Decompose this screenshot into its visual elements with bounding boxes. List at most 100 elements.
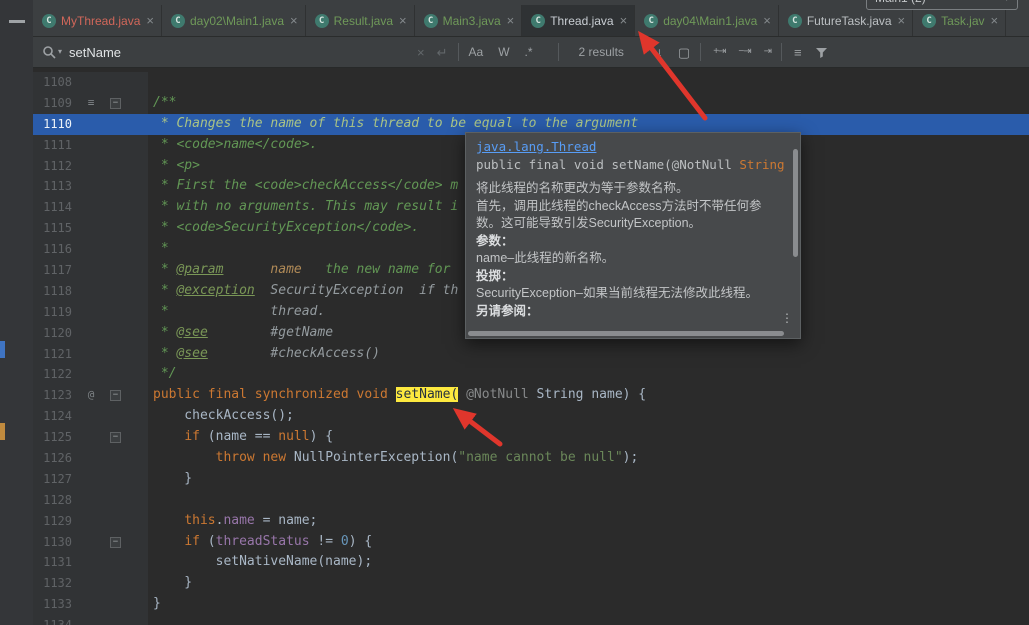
line-number[interactable]: 1129 xyxy=(33,510,79,532)
tab-close-icon[interactable]: × xyxy=(399,14,407,27)
tab-close-icon[interactable]: × xyxy=(763,14,771,27)
tab-day04-main1-java[interactable]: Cday04\Main1.java × xyxy=(635,5,779,36)
tab-close-icon[interactable]: × xyxy=(290,14,298,27)
line-number[interactable]: 1114 xyxy=(33,197,79,219)
line-number[interactable]: 1112 xyxy=(33,155,79,177)
line-number[interactable]: 1110 xyxy=(33,113,79,135)
line-number[interactable]: 1134 xyxy=(33,615,79,625)
sort-icon[interactable]: ≡ xyxy=(794,46,802,59)
line-number[interactable]: 1113 xyxy=(33,176,79,198)
code-line-1130[interactable]: 1130 − if (threadStatus != 0) { xyxy=(0,531,1029,553)
tool-window-strip[interactable] xyxy=(0,0,33,625)
gutter-at-icon[interactable]: @ xyxy=(79,385,103,407)
fold-marker[interactable]: − xyxy=(103,385,148,407)
search-icon[interactable] xyxy=(42,45,56,59)
quick-doc-popup[interactable]: java.lang.Thread public final void setNa… xyxy=(465,132,801,339)
code-line-1124[interactable]: 1124 checkAccess(); xyxy=(0,406,1029,428)
code-text[interactable]: setNativeName(name); xyxy=(148,552,1029,573)
code-line-1128[interactable]: 1128 xyxy=(0,489,1029,511)
code-line-1127[interactable]: 1127 } xyxy=(0,468,1029,490)
code-text[interactable]: if (name == null) { xyxy=(148,427,1029,448)
line-number[interactable]: 1118 xyxy=(33,280,79,302)
code-text[interactable]: this.name = name; xyxy=(148,511,1029,532)
code-text[interactable]: checkAccess(); xyxy=(148,406,1029,427)
fold-minus-icon[interactable]: − xyxy=(110,390,121,402)
tab-close-icon[interactable]: × xyxy=(898,14,906,27)
fold-marker[interactable]: − xyxy=(103,427,148,449)
popup-vertical-scrollbar[interactable] xyxy=(793,149,798,257)
search-input[interactable] xyxy=(69,44,418,60)
code-text[interactable]: } xyxy=(148,594,1029,615)
filter-icon[interactable] xyxy=(815,46,828,59)
line-number[interactable]: 1122 xyxy=(33,364,79,386)
code-text[interactable]: if (threadStatus != 0) { xyxy=(148,532,1029,553)
code-line-1133[interactable]: 1133} xyxy=(0,594,1029,616)
tab-main3-java[interactable]: C Main3.java × xyxy=(414,5,523,36)
code-text[interactable]: public final synchronized void setName( … xyxy=(148,385,1029,406)
line-number[interactable]: 1132 xyxy=(33,573,79,595)
line-number[interactable]: 1133 xyxy=(33,594,79,616)
doc-class-link[interactable]: java.lang.Thread xyxy=(476,139,790,154)
line-number[interactable]: 1108 xyxy=(33,72,79,93)
fold-marker[interactable]: − xyxy=(103,531,148,553)
clear-search-icon[interactable]: × xyxy=(417,46,425,59)
tab-mythread-java[interactable]: C MyThread.java × xyxy=(33,5,162,36)
words-toggle[interactable]: W xyxy=(498,46,509,58)
search-history-chevron-icon[interactable]: ▾ xyxy=(58,48,62,56)
tab-close-icon[interactable]: × xyxy=(991,14,999,27)
code-line-1131[interactable]: 1131 setNativeName(name); xyxy=(0,552,1029,574)
line-number[interactable]: 1117 xyxy=(33,260,79,281)
line-number[interactable]: 1126 xyxy=(33,448,79,469)
select-all-occurrences-icon[interactable]: ⇥ xyxy=(764,47,772,57)
line-number[interactable]: 1120 xyxy=(33,322,79,344)
add-occurrence-icon[interactable]: +⇥ xyxy=(713,47,726,57)
line-number[interactable]: 1111 xyxy=(33,134,79,156)
fold-minus-icon[interactable]: − xyxy=(110,97,121,109)
regex-toggle[interactable]: .* xyxy=(525,46,533,58)
code-text[interactable] xyxy=(148,490,1029,511)
line-number[interactable]: 1116 xyxy=(33,239,79,261)
line-number[interactable]: 1125 xyxy=(33,427,79,449)
line-number[interactable]: 1130 xyxy=(33,531,79,553)
code-line-1129[interactable]: 1129 this.name = name; xyxy=(0,510,1029,532)
line-number[interactable]: 1121 xyxy=(33,343,79,365)
tab-day02-main1-java[interactable]: Cday02\Main1.java × xyxy=(161,5,306,36)
line-number[interactable]: 1123 xyxy=(33,385,79,407)
fold-minus-icon[interactable]: − xyxy=(110,432,121,444)
tab-result-java[interactable]: C Result.java × xyxy=(305,5,415,36)
menu-icon[interactable] xyxy=(9,20,25,23)
code-line-1109[interactable]: 1109 ≡ − /** xyxy=(0,92,1029,114)
code-text[interactable]: * @see #checkAccess() xyxy=(148,344,1029,365)
code-line-1121[interactable]: 1121 * @see #checkAccess() xyxy=(0,343,1029,365)
code-text[interactable]: /** xyxy=(148,93,1029,114)
open-in-find-window-icon[interactable]: ▢ xyxy=(678,46,690,59)
code-text[interactable] xyxy=(148,615,1029,625)
line-number[interactable]: 1109 xyxy=(33,92,79,114)
popup-menu-icon[interactable]: ⋮ xyxy=(781,311,793,325)
code-line-1134[interactable]: 1134 xyxy=(0,615,1029,625)
line-number[interactable]: 1115 xyxy=(33,218,79,240)
line-number[interactable]: 1127 xyxy=(33,468,79,490)
code-text[interactable]: throw new NullPointerException("name can… xyxy=(148,448,1029,469)
code-line-1132[interactable]: 1132 } xyxy=(0,573,1029,595)
newline-icon[interactable]: ↵ xyxy=(437,46,448,59)
remove-occurrence-icon[interactable]: −⇥ xyxy=(738,47,751,57)
line-number[interactable]: 1119 xyxy=(33,301,79,323)
match-case-toggle[interactable]: Aa xyxy=(469,46,484,58)
code-line-1108[interactable]: 1108 xyxy=(0,72,1029,93)
fold-minus-icon[interactable]: − xyxy=(110,536,121,548)
code-line-1123[interactable]: 1123 @ − public final synchronized void set… xyxy=(0,385,1029,407)
code-text[interactable]: */ xyxy=(148,364,1029,385)
code-line-1125[interactable]: 1125 − if (name == null) { xyxy=(0,427,1029,449)
code-text[interactable]: } xyxy=(148,573,1029,594)
fold-marker[interactable]: − xyxy=(103,92,148,114)
code-text[interactable]: } xyxy=(148,469,1029,490)
tab-close-icon[interactable]: × xyxy=(146,14,154,27)
tab-close-icon[interactable]: × xyxy=(507,14,515,27)
code-line-1122[interactable]: 1122 */ xyxy=(0,364,1029,386)
line-number[interactable]: 1124 xyxy=(33,406,79,428)
code-text[interactable] xyxy=(148,72,1029,93)
line-number[interactable]: 1128 xyxy=(33,489,79,511)
next-occurrence-icon[interactable]: ↓ xyxy=(656,45,663,59)
popup-horizontal-scrollbar[interactable] xyxy=(468,331,784,336)
